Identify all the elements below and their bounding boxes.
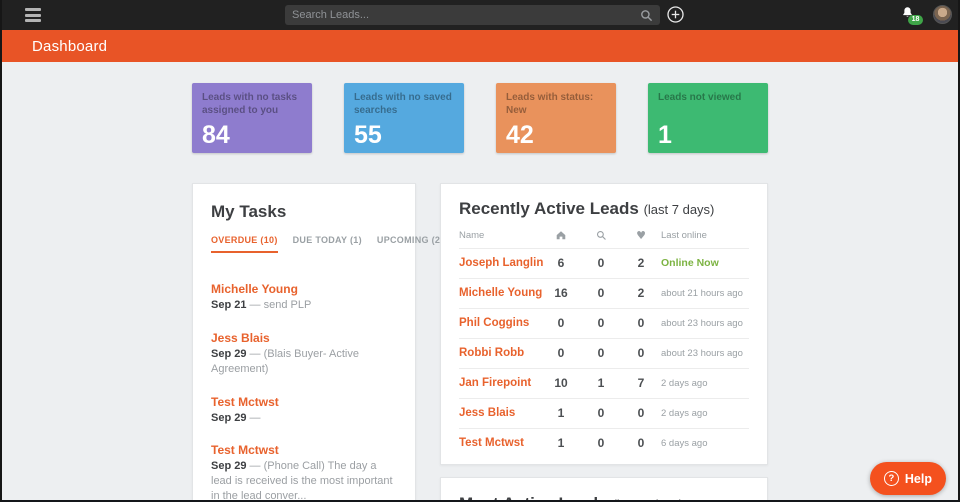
tasks-tabs: OVERDUE (10) DUE TODAY (1) UPCOMING (20): [211, 235, 397, 253]
recently-active-leads-panel: Recently Active Leads (last 7 days) Name…: [440, 183, 768, 465]
dashboard-content: Leads with no tasks assigned to you 84 L…: [192, 83, 768, 502]
task-item: Test Mctwst Sep 29 — (Phone Call) The da…: [211, 443, 397, 502]
task-lead-link[interactable]: Michelle Young: [211, 282, 397, 296]
my-tasks-title: My Tasks: [211, 202, 397, 222]
heart-icon: ♥: [621, 230, 661, 241]
home-icon: [541, 229, 581, 241]
task-list: Michelle Young Sep 21 — send PLP Jess Bl…: [211, 282, 397, 502]
table-row: Jess Blais 1 0 0 2 days ago: [459, 399, 749, 429]
task-detail: Sep 29 — (Phone Call) The day a lead is …: [211, 459, 397, 502]
last-online-status: about 23 hours ago: [661, 318, 749, 329]
table-row: Joseph Langlin 6 0 2 Online Now: [459, 249, 749, 279]
task-item: Test Mctwst Sep 29 —: [211, 395, 397, 426]
task-lead-link[interactable]: Test Mctwst: [211, 443, 397, 457]
right-column: Recently Active Leads (last 7 days) Name…: [440, 183, 768, 502]
lead-link[interactable]: Test Mctwst: [459, 437, 541, 449]
stat-card-label: Leads with no tasks assigned to you: [202, 91, 302, 117]
lead-link[interactable]: Joseph Langlin: [459, 257, 541, 269]
last-online-status: about 21 hours ago: [661, 288, 749, 299]
stat-card-label: Leads with status: New: [506, 91, 606, 117]
last-online-status: 2 days ago: [661, 408, 749, 419]
tab-upcoming[interactable]: UPCOMING (20): [377, 235, 449, 253]
notification-count-badge: 18: [908, 15, 923, 25]
last-online-status: 6 days ago: [661, 438, 749, 449]
stat-card-label: Leads not viewed: [658, 91, 758, 104]
stat-card-status-new[interactable]: Leads with status: New 42: [496, 83, 616, 153]
task-detail: Sep 29 —: [211, 411, 397, 426]
question-circle-icon: ?: [884, 471, 899, 486]
stat-card-no-saved-searches[interactable]: Leads with no saved searches 55: [344, 83, 464, 153]
most-active-leads-panel: Most Active Leads (last 7 days): [440, 477, 768, 502]
add-lead-icon[interactable]: [667, 6, 684, 23]
last-online-status: about 23 hours ago: [661, 348, 749, 359]
table-row: Phil Coggins 0 0 0 about 23 hours ago: [459, 309, 749, 339]
task-item: Jess Blais Sep 29 — (Blais Buyer- Active…: [211, 331, 397, 377]
lead-link[interactable]: Robbi Robb: [459, 347, 541, 359]
table-row: Robbi Robb 0 0 0 about 23 hours ago: [459, 339, 749, 369]
app-window: 18 Dashboard Leads with no tasks assigne…: [0, 0, 960, 502]
recently-active-title: Recently Active Leads (last 7 days): [459, 199, 749, 219]
column-header-last-online: Last online: [661, 230, 749, 241]
search-input[interactable]: [292, 9, 640, 21]
help-button[interactable]: ? Help: [870, 462, 946, 495]
stat-card-value: 84: [202, 121, 230, 150]
table-row: Michelle Young 16 0 2 about 21 hours ago: [459, 279, 749, 309]
task-detail: Sep 21 — send PLP: [211, 298, 397, 313]
lead-search-box: [285, 5, 660, 25]
leads-table-header: Name ♥ Last online: [459, 229, 749, 249]
stat-card-value: 1: [658, 121, 672, 150]
stat-cards-row: Leads with no tasks assigned to you 84 L…: [192, 83, 768, 153]
my-tasks-panel: My Tasks OVERDUE (10) DUE TODAY (1) UPCO…: [192, 183, 416, 502]
most-active-title: Most Active Leads (last 7 days): [459, 494, 749, 502]
stat-card-label: Leads with no saved searches: [354, 91, 454, 117]
stat-card-value: 42: [506, 121, 534, 150]
lead-link[interactable]: Jan Firepoint: [459, 377, 541, 389]
search-icon[interactable]: [640, 9, 653, 22]
help-button-label: Help: [905, 472, 932, 486]
task-lead-link[interactable]: Jess Blais: [211, 331, 397, 345]
stat-card-value: 55: [354, 121, 382, 150]
table-row: Jan Firepoint 10 1 7 2 days ago: [459, 369, 749, 399]
last-online-status: 2 days ago: [661, 378, 749, 389]
tab-due-today[interactable]: DUE TODAY (1): [293, 235, 362, 253]
notifications-button[interactable]: 18: [900, 6, 920, 26]
page-title: Dashboard: [32, 38, 107, 55]
lead-link[interactable]: Phil Coggins: [459, 317, 541, 329]
column-header-name: Name: [459, 230, 541, 241]
hamburger-menu-icon[interactable]: [25, 8, 41, 22]
tab-overdue[interactable]: OVERDUE (10): [211, 235, 278, 253]
user-avatar[interactable]: [933, 5, 952, 24]
table-row: Test Mctwst 1 0 0 6 days ago: [459, 429, 749, 458]
lead-link[interactable]: Jess Blais: [459, 407, 541, 419]
magnifier-icon: [581, 230, 621, 241]
task-item: Michelle Young Sep 21 — send PLP: [211, 282, 397, 313]
stat-card-no-tasks[interactable]: Leads with no tasks assigned to you 84: [192, 83, 312, 153]
page-header: Dashboard: [2, 30, 958, 62]
stat-card-not-viewed[interactable]: Leads not viewed 1: [648, 83, 768, 153]
task-lead-link[interactable]: Test Mctwst: [211, 395, 397, 409]
panels-row: My Tasks OVERDUE (10) DUE TODAY (1) UPCO…: [192, 183, 768, 502]
lead-link[interactable]: Michelle Young: [459, 287, 541, 299]
top-nav-bar: 18: [2, 0, 958, 30]
last-online-status: Online Now: [661, 257, 749, 269]
task-detail: Sep 29 — (Blais Buyer- Active Agreement): [211, 347, 397, 377]
